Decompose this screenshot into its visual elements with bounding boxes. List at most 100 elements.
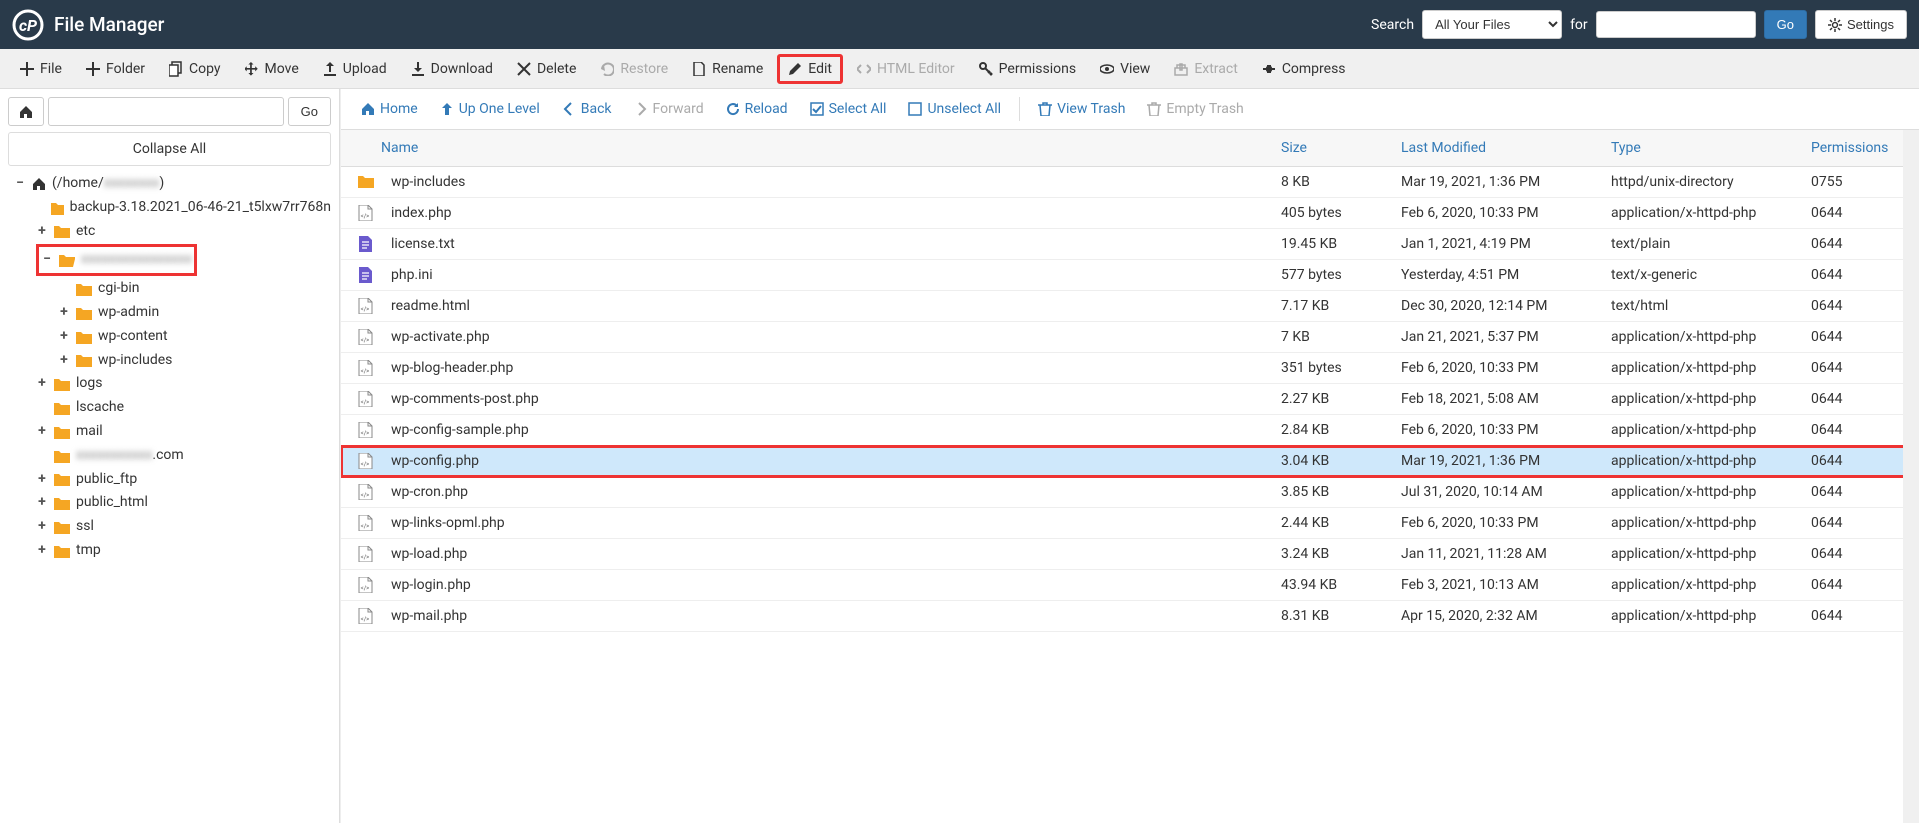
delete-button[interactable]: Delete [507,55,586,83]
tree-toggle[interactable]: + [36,372,48,396]
col-header-type[interactable]: Type [1599,130,1799,166]
tree-toggle[interactable]: − [14,172,26,196]
code-icon [857,62,871,76]
undo-icon [600,62,614,76]
file-type: httpd/unix-directory [1599,167,1799,197]
tree-item-label: wp-admin [98,301,159,325]
tree-toggle[interactable]: + [58,349,70,373]
search-go-button[interactable]: Go [1764,10,1807,39]
compress-button[interactable]: Compress [1252,55,1356,83]
tree-item[interactable]: +public_html [36,491,331,515]
nav-view-trash-button[interactable]: View Trash [1028,95,1135,123]
file-size: 8 KB [1269,167,1389,197]
tree-toggle[interactable]: + [36,468,48,492]
col-header-size[interactable]: Size [1269,130,1389,166]
edit-button[interactable]: Edit [777,54,843,84]
file-size: 577 bytes [1269,260,1389,290]
tree-item[interactable]: xxxxxxxxxxx.com [36,444,331,468]
col-header-permissions[interactable]: Permissions [1799,130,1919,166]
tree-item[interactable]: +mail [36,420,331,444]
tree-toggle[interactable]: + [36,491,48,515]
col-header-name[interactable]: Name [341,130,1269,166]
rename-button[interactable]: Rename [682,55,773,83]
move-icon [245,62,259,76]
tree-toggle[interactable]: + [36,539,48,563]
nav-reload-button[interactable]: Reload [716,95,798,123]
file-row[interactable]: readme.html7.17 KBDec 30, 2020, 12:14 PM… [341,291,1919,322]
php-icon [357,298,375,314]
file-row[interactable]: index.php405 bytesFeb 6, 2020, 10:33 PMa… [341,198,1919,229]
file-row[interactable]: wp-includes8 KBMar 19, 2021, 1:36 PMhttp… [341,167,1919,198]
view-button[interactable]: View [1090,55,1160,83]
permissions-button[interactable]: Permissions [969,55,1086,83]
tree-toggle[interactable]: + [36,220,48,244]
settings-button[interactable]: Settings [1815,10,1907,39]
move-button[interactable]: Move [235,55,309,83]
tree-root[interactable]: − (/home/xxxxxxxx) [14,172,331,196]
html-editor-button[interactable]: HTML Editor [847,55,965,83]
tree-item[interactable]: + wp-admin [58,301,331,325]
file-row[interactable]: php.ini577 bytesYesterday, 4:51 PMtext/x… [341,260,1919,291]
nav-forward-button[interactable]: Forward [624,95,714,123]
sidebar-home-button[interactable] [8,97,44,126]
search-input[interactable] [1596,11,1756,38]
tree-item-label: wp-content [98,325,168,349]
new-folder-button[interactable]: Folder [76,55,155,83]
file-row[interactable]: wp-comments-post.php2.27 KBFeb 18, 2021,… [341,384,1919,415]
tree-item[interactable]: lscache [36,396,331,420]
file-row[interactable]: wp-config.php3.04 KBMar 19, 2021, 1:36 P… [341,446,1919,477]
copy-button[interactable]: Copy [159,55,231,83]
file-row[interactable]: wp-login.php43.94 KBFeb 3, 2021, 10:13 A… [341,570,1919,601]
tree-toggle[interactable]: + [36,420,48,444]
extract-button[interactable]: Extract [1164,55,1247,83]
tree-item[interactable]: +tmp [36,539,331,563]
file-row[interactable]: wp-activate.php7 KBJan 21, 2021, 5:37 PM… [341,322,1919,353]
uncheck-icon [908,102,922,116]
file-row[interactable]: wp-config-sample.php2.84 KBFeb 6, 2020, … [341,415,1919,446]
tree-toggle[interactable]: − [41,248,53,272]
new-file-button[interactable]: File [10,55,72,83]
upload-button[interactable]: Upload [313,55,397,83]
file-name: wp-config-sample.php [391,422,529,438]
tree-toggle[interactable]: + [58,301,70,325]
folder-icon [59,253,75,267]
file-row[interactable]: wp-links-opml.php2.44 KBFeb 6, 2020, 10:… [341,508,1919,539]
nav-up-button[interactable]: Up One Level [430,95,550,123]
tree-item[interactable]: + wp-content [58,325,331,349]
tree-item[interactable]: + wp-includes [58,349,331,373]
tree-item[interactable]: +etc [36,220,331,244]
file-row[interactable]: wp-load.php3.24 KBJan 11, 2021, 11:28 AM… [341,539,1919,570]
tree-toggle[interactable]: + [58,325,70,349]
file-row[interactable]: wp-cron.php3.85 KBJul 31, 2020, 10:14 AM… [341,477,1919,508]
file-row[interactable]: wp-mail.php8.31 KBApr 15, 2020, 2:32 AMa… [341,601,1919,632]
nav-select-all-button[interactable]: Select All [800,95,897,123]
search-scope-select[interactable]: All Your Files [1422,10,1562,39]
tree-item[interactable]: +logs [36,372,331,396]
tree-item-label: wp-includes [98,349,172,373]
tree-item-label: public_ftp [76,468,137,492]
tree-item[interactable]: cgi-bin [58,277,331,301]
tree-item[interactable]: −xxxxxxxxxxxxxxxx [36,244,197,276]
extract-icon [1174,62,1188,76]
nav-home-button[interactable]: Home [351,95,428,123]
folder-icon [54,472,70,486]
tree-item[interactable]: +ssl [36,515,331,539]
path-go-button[interactable]: Go [288,97,331,126]
php-icon [357,422,375,438]
file-row[interactable]: license.txt19.45 KBJan 1, 2021, 4:19 PMt… [341,229,1919,260]
nav-back-button[interactable]: Back [552,95,622,123]
nav-unselect-all-button[interactable]: Unselect All [898,95,1011,123]
tree-toggle[interactable]: + [36,515,48,539]
tree-item-label: lscache [76,396,124,420]
scrollbar[interactable] [1903,130,1919,823]
path-input[interactable] [48,97,284,126]
file-name: index.php [391,205,452,221]
collapse-all-button[interactable]: Collapse All [8,132,331,166]
restore-button[interactable]: Restore [590,55,678,83]
file-row[interactable]: wp-blog-header.php351 bytesFeb 6, 2020, … [341,353,1919,384]
tree-item[interactable]: backup-3.18.2021_06-46-21_t5lxw7rr768n [36,196,331,220]
download-button[interactable]: Download [401,55,503,83]
tree-item[interactable]: + public_ftp [36,468,331,492]
nav-empty-trash-button[interactable]: Empty Trash [1137,95,1253,123]
col-header-modified[interactable]: Last Modified [1389,130,1599,166]
